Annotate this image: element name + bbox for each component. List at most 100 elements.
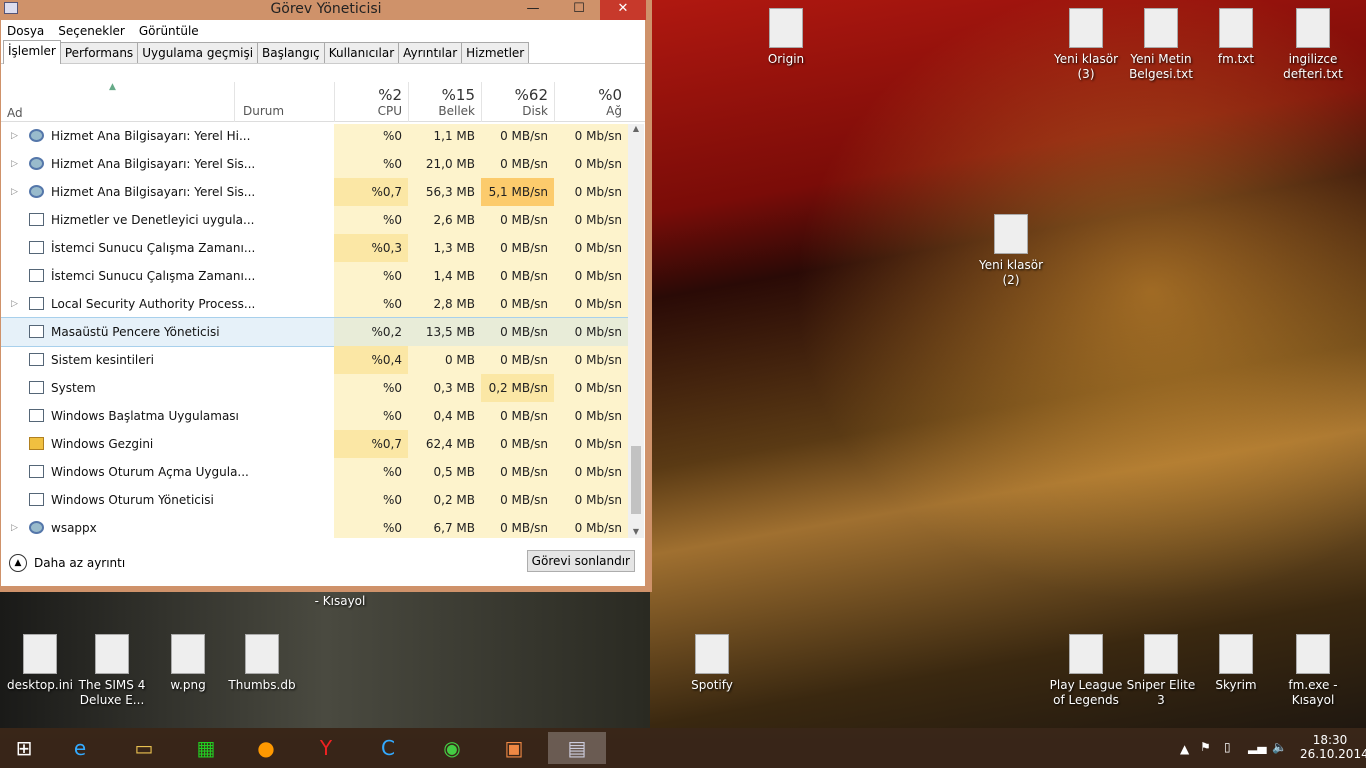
volume-icon[interactable]: 🔈 — [1272, 740, 1287, 754]
action-center-flag-icon[interactable]: ⚑ — [1200, 740, 1211, 754]
disk-value: 0 MB/sn — [481, 234, 554, 262]
tab-baslangic[interactable]: Başlangıç — [257, 42, 325, 63]
process-name: Local Security Authority Process... — [51, 297, 256, 311]
power-icon[interactable]: ▯ — [1224, 740, 1231, 754]
tab-performans[interactable]: Performans — [59, 42, 139, 63]
title-bar[interactable]: Görev Yöneticisi — ☐ ✕ — [0, 0, 652, 20]
start-button-windows-icon[interactable]: ⊞ — [4, 732, 44, 764]
cpu-value: %0 — [334, 402, 408, 430]
disk-value: 5,1 MB/sn — [481, 178, 554, 206]
clock[interactable]: 18:30 26.10.2014 — [1300, 733, 1366, 761]
store-icon[interactable]: ▦ — [186, 732, 226, 764]
app-process-icon — [29, 353, 44, 366]
scrollbar-thumb[interactable] — [631, 446, 641, 514]
chrome-icon[interactable]: ◉ — [432, 732, 472, 764]
desktop-icon[interactable]: fm.exe - Kısayol — [1273, 634, 1353, 708]
expand-arrow-icon[interactable]: ▷ — [11, 178, 18, 206]
desktop-icon[interactable]: The SIMS 4 Deluxe E... — [72, 634, 152, 708]
process-row[interactable]: Windows Oturum Yöneticisi %0 0,2 MB 0 MB/sn… — [1, 486, 628, 514]
desktop-icon[interactable]: w.png — [148, 634, 228, 693]
expand-arrow-icon[interactable]: ▷ — [11, 150, 18, 178]
less-details-link[interactable]: Daha az ayrıntı — [34, 556, 125, 570]
file-explorer-icon[interactable]: ▭ — [124, 732, 164, 764]
desktop-wallpaper — [650, 0, 1366, 728]
desktop-icon-label: - Kısayol — [314, 594, 366, 608]
origin-app-icon[interactable]: ● — [246, 732, 286, 764]
disk-value: 0 MB/sn — [481, 150, 554, 178]
scrollbar[interactable]: ▲ ▼ — [628, 124, 644, 538]
desktop-icon[interactable]: fm.txt — [1196, 8, 1276, 67]
network-value: 0 Mb/sn — [554, 486, 628, 514]
column-name[interactable]: Ad — [7, 106, 23, 120]
file-icon — [1219, 634, 1253, 674]
process-row[interactable]: ▷ Local Security Authority Process... %0 2,… — [1, 290, 628, 318]
chevron-up-icon[interactable]: ▲ — [9, 554, 27, 572]
desktop-icon[interactable]: Play League of Legends — [1046, 634, 1126, 708]
maximize-button[interactable]: ☐ — [564, 0, 594, 20]
tab-hizmetler[interactable]: Hizmetler — [461, 42, 530, 63]
desktop-icon[interactable]: Origin — [746, 8, 826, 67]
process-row[interactable]: İstemci Sunucu Çalışma Zamanı... %0 1,4 MB… — [1, 262, 628, 290]
network-value: 0 Mb/sn — [554, 458, 628, 486]
column-status[interactable]: Durum — [234, 82, 334, 122]
desktop-icon[interactable]: - Kısayol — [300, 594, 380, 609]
app-process-icon — [29, 297, 44, 310]
file-icon — [23, 634, 57, 674]
tab-uygulama-gecmisi[interactable]: Uygulama geçmişi — [137, 42, 259, 63]
desktop-icon[interactable]: Sniper Elite 3 — [1121, 634, 1201, 708]
process-row[interactable]: ▷ Hizmet Ana Bilgisayarı: Yerel Hi... %0 1,… — [1, 124, 628, 150]
minimize-button[interactable]: — — [518, 0, 548, 20]
process-row[interactable]: İstemci Sunucu Çalışma Zamanı... %0,3 1,3 … — [1, 234, 628, 262]
column-header: ▲ Ad Durum %2 CPU %15 Bellek %62 Disk %0 Ağ — [1, 82, 645, 122]
desktop-icon[interactable]: Yeni klasör (3) — [1046, 8, 1126, 82]
gear-process-icon — [29, 521, 44, 534]
process-row[interactable]: ▷ wsappx %0 6,7 MB 0 MB/sn 0 Mb/sn — [1, 514, 628, 538]
process-row[interactable]: System %0 0,3 MB 0,2 MB/sn 0 Mb/sn — [1, 374, 628, 402]
yandex-browser-icon[interactable]: Y — [306, 732, 346, 764]
network-value: 0 Mb/sn — [554, 374, 628, 402]
column-memory[interactable]: %15 Bellek — [408, 82, 481, 122]
column-cpu[interactable]: %2 CPU — [334, 82, 408, 122]
expand-arrow-icon[interactable]: ▷ — [11, 290, 18, 318]
process-row[interactable]: Windows Başlatma Uygulaması %0 0,4 MB 0 MB/… — [1, 402, 628, 430]
desktop-icon[interactable]: Skyrim — [1196, 634, 1276, 693]
process-row[interactable]: Masaüstü Pencere Yöneticisi %0,2 13,5 MB 0 … — [1, 317, 628, 347]
end-task-button[interactable]: Görevi sonlandır — [526, 550, 635, 572]
file-icon — [95, 634, 129, 674]
process-row[interactable]: Sistem kesintileri %0,4 0 MB 0 MB/sn 0 Mb/sn — [1, 346, 628, 374]
desktop-icon[interactable]: Yeni Metin Belgesi.txt — [1121, 8, 1201, 82]
file-icon — [1296, 8, 1330, 48]
internet-explorer-icon[interactable]: e — [60, 732, 100, 764]
process-row[interactable]: ▷ Hizmet Ana Bilgisayarı: Yerel Sis... %0,… — [1, 178, 628, 206]
menu-dosya[interactable]: Dosya — [7, 24, 44, 38]
menu-goruntule[interactable]: Görüntüle — [139, 24, 199, 38]
office-icon[interactable]: ▣ — [494, 732, 534, 764]
desktop-icon[interactable]: desktop.ini — [0, 634, 80, 693]
process-row[interactable]: ▷ Hizmet Ana Bilgisayarı: Yerel Sis... %0 2… — [1, 150, 628, 178]
desktop-icon[interactable]: ingilizce defteri.txt — [1273, 8, 1353, 82]
close-button[interactable]: ✕ — [600, 0, 646, 20]
process-name: İstemci Sunucu Çalışma Zamanı... — [51, 269, 256, 283]
file-icon — [769, 8, 803, 48]
memory-value: 13,5 MB — [408, 318, 481, 346]
show-hidden-icons[interactable]: ▲ — [1180, 742, 1189, 756]
task-manager-taskbar-icon[interactable]: ▤ — [548, 732, 606, 764]
gear-process-icon — [29, 129, 44, 142]
desktop-icon[interactable]: Yeni klasör (2) — [971, 214, 1051, 288]
process-row[interactable]: Windows Oturum Açma Uygula... %0 0,5 MB 0 M… — [1, 458, 628, 486]
column-disk[interactable]: %62 Disk — [481, 82, 554, 122]
desktop-icon[interactable]: Spotify — [672, 634, 752, 693]
expand-arrow-icon[interactable]: ▷ — [11, 514, 18, 538]
ccleaner-icon[interactable]: C — [368, 732, 408, 764]
memory-value: 0 MB — [408, 346, 481, 374]
process-row[interactable]: Windows Gezgini %0,7 62,4 MB 0 MB/sn 0 Mb/sn — [1, 430, 628, 458]
desktop-icon[interactable]: Thumbs.db — [222, 634, 302, 693]
tab-kullanicilar[interactable]: Kullanıcılar — [323, 42, 400, 63]
network-icon[interactable]: ▂▄ — [1248, 740, 1266, 754]
process-row[interactable]: Hizmetler ve Denetleyici uygula... %0 2,6 … — [1, 206, 628, 234]
column-network[interactable]: %0 Ağ — [554, 82, 628, 122]
menu-secenekler[interactable]: Seçenekler — [58, 24, 125, 38]
tab-islemler[interactable]: İşlemler — [3, 40, 61, 64]
expand-arrow-icon[interactable]: ▷ — [11, 124, 18, 150]
tab-ayrintilar[interactable]: Ayrıntılar — [398, 42, 463, 63]
